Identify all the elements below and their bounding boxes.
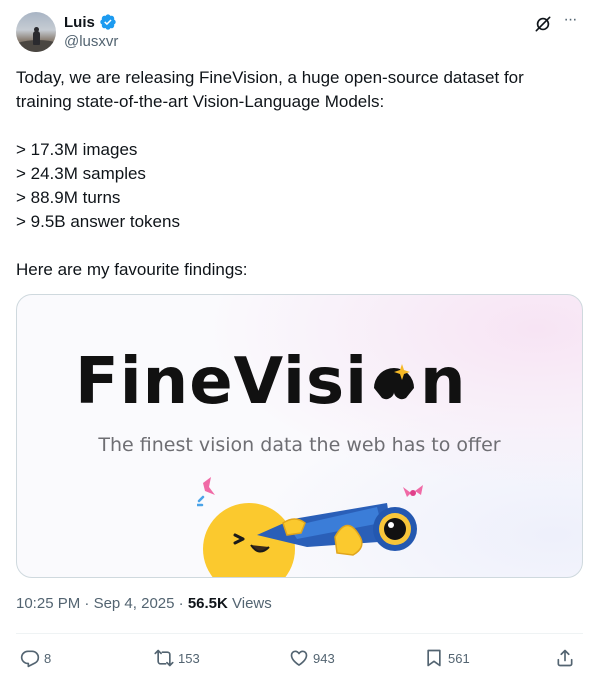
- tweet-intro: Today, we are releasing FineVision, a hu…: [16, 68, 524, 111]
- reply-icon: [20, 650, 40, 668]
- tweet-bullet: > 9.5B answer tokens: [16, 212, 180, 231]
- tweet-bullet: > 88.9M turns: [16, 188, 121, 207]
- meta-separator: ·: [84, 595, 90, 612]
- author-name[interactable]: Luis: [64, 14, 95, 31]
- reply-count: 8: [44, 650, 52, 666]
- tweet-bullet: > 24.3M samples: [16, 164, 146, 183]
- tweet-meta: 10:25 PM · Sep 4, 2025 · 56.5K Views: [16, 595, 272, 612]
- bookmark-button[interactable]: 561: [424, 645, 470, 671]
- bookmark-count: 561: [448, 650, 470, 666]
- finevision-subtitle: The finest vision data the web has to of…: [98, 434, 501, 456]
- share-icon: [557, 649, 573, 667]
- more-options-icon[interactable]: ···: [559, 12, 581, 32]
- finevision-title-end: n: [420, 345, 467, 419]
- bookmark-icon: [427, 649, 441, 667]
- divider: [16, 633, 583, 634]
- tweet-header: Luis @lusxvr ···: [16, 12, 583, 54]
- tweet-time[interactable]: 10:25 PM: [16, 595, 80, 612]
- grok-icon[interactable]: [533, 14, 553, 34]
- media-image[interactable]: FineVisi n The finest vision data the we…: [16, 294, 583, 578]
- tweet-date[interactable]: Sep 4, 2025: [94, 595, 175, 612]
- repost-count: 153: [178, 650, 200, 666]
- finevision-logo: FineVisi n: [75, 345, 467, 419]
- reply-button[interactable]: 8: [20, 645, 51, 671]
- verified-badge-icon: [100, 14, 116, 30]
- repost-icon: [154, 649, 174, 667]
- author-handle[interactable]: @lusxvr: [64, 33, 118, 50]
- avatar[interactable]: [16, 12, 56, 52]
- finevision-title-main: FineVisi: [75, 345, 368, 419]
- tweet-text: Today, we are releasing FineVision, a hu…: [16, 66, 576, 282]
- views-count[interactable]: 56.5K: [188, 595, 228, 612]
- author-name-row[interactable]: Luis: [64, 13, 117, 31]
- meta-separator: ·: [178, 595, 184, 612]
- heart-icon: [290, 650, 308, 666]
- tweet-closing: Here are my favourite findings:: [16, 260, 248, 279]
- repost-button[interactable]: 153: [154, 645, 200, 671]
- action-bar: 8 153 943 561: [16, 645, 583, 671]
- like-count: 943: [313, 650, 335, 666]
- tweet-bullet: > 17.3M images: [16, 140, 138, 159]
- like-button[interactable]: 943: [289, 645, 335, 671]
- share-button[interactable]: [555, 645, 575, 671]
- mascot-telescope-illustration: [197, 477, 423, 577]
- finevision-eye-icon: [374, 364, 414, 400]
- views-label: Views: [232, 595, 272, 612]
